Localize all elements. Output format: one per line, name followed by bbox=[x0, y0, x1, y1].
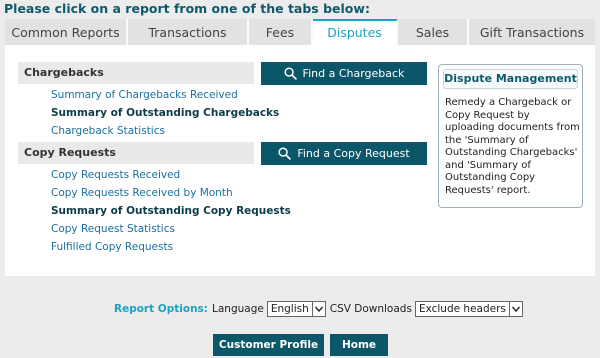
link-summary-chargebacks-received[interactable]: Summary of Chargebacks Received bbox=[51, 89, 238, 101]
link-copy-request-statistics[interactable]: Copy Request Statistics bbox=[51, 223, 175, 235]
page-heading: Please click on a report from one of the… bbox=[4, 1, 370, 16]
csv-downloads-value: Exclude headers bbox=[418, 303, 506, 315]
csv-downloads-label: CSV Downloads bbox=[329, 303, 412, 315]
report-tabs: Common Reports Transactions Fees Dispute… bbox=[5, 19, 595, 45]
tab-transactions[interactable]: Transactions bbox=[128, 19, 249, 45]
language-select[interactable]: English bbox=[266, 301, 326, 317]
link-chargeback-statistics[interactable]: Chargeback Statistics bbox=[51, 125, 165, 137]
copy-requests-header: Copy Requests bbox=[18, 142, 254, 164]
link-summary-outstanding-chargebacks[interactable]: Summary of Outstanding Chargebacks bbox=[51, 107, 279, 119]
tab-common-reports[interactable]: Common Reports bbox=[5, 19, 128, 45]
search-icon bbox=[278, 147, 292, 160]
dispute-management-title: Dispute Management bbox=[443, 69, 578, 89]
chargebacks-header: Chargebacks bbox=[18, 62, 254, 84]
customer-profile-button[interactable]: Customer Profile bbox=[213, 334, 324, 356]
tab-sales[interactable]: Sales bbox=[398, 19, 469, 45]
csv-downloads-select[interactable]: Exclude headers bbox=[414, 301, 523, 317]
chevron-down-icon bbox=[311, 302, 325, 316]
dispute-management-text: Remedy a Chargeback or Copy Request by u… bbox=[445, 97, 580, 196]
link-copy-requests-received[interactable]: Copy Requests Received bbox=[51, 169, 180, 181]
find-chargeback-button[interactable]: Find a Chargeback bbox=[261, 62, 427, 85]
tab-disputes[interactable]: Disputes bbox=[313, 19, 398, 45]
chevron-down-icon bbox=[508, 302, 522, 316]
report-options-label: Report Options: bbox=[114, 303, 208, 315]
home-button[interactable]: Home bbox=[330, 334, 388, 356]
dispute-management-box: Dispute Management Remedy a Chargeback o… bbox=[438, 64, 583, 208]
tab-fees[interactable]: Fees bbox=[249, 19, 313, 45]
find-chargeback-label: Find a Chargeback bbox=[302, 67, 405, 80]
find-copy-request-label: Find a Copy Request bbox=[297, 147, 410, 160]
link-summary-outstanding-copy-requests[interactable]: Summary of Outstanding Copy Requests bbox=[51, 205, 291, 217]
find-copy-request-button[interactable]: Find a Copy Request bbox=[261, 142, 427, 165]
language-label: Language bbox=[212, 303, 264, 315]
language-value: English bbox=[270, 303, 309, 315]
report-options: Report Options: Language English CSV Dow… bbox=[114, 300, 527, 318]
link-fulfilled-copy-requests[interactable]: Fulfilled Copy Requests bbox=[51, 241, 173, 253]
disputes-panel: Chargebacks Summary of Chargebacks Recei… bbox=[5, 45, 595, 276]
search-icon bbox=[284, 67, 297, 80]
link-copy-requests-by-month[interactable]: Copy Requests Received by Month bbox=[51, 187, 233, 199]
tab-gift-transactions[interactable]: Gift Transactions bbox=[469, 19, 595, 45]
